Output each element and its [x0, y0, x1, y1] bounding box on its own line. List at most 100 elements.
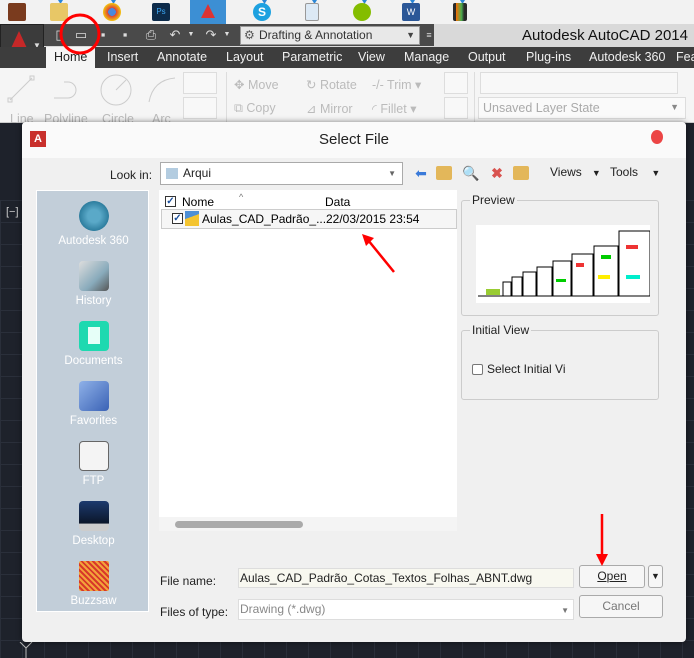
cancel-button[interactable]: Cancel — [579, 595, 663, 618]
polyline-tool-icon[interactable] — [50, 76, 84, 104]
look-in-dropdown[interactable]: Arqui ▼ — [160, 162, 403, 185]
history-icon — [78, 261, 109, 291]
gear-icon: ⚙ — [244, 28, 255, 42]
taskbar: Ps S W — [0, 0, 694, 24]
trim-tool[interactable]: -/- Trim ▾ — [372, 77, 421, 92]
select-file-dialog: A Select File Look in: Arqui ▼ ⬅ 🔍 ✖ Vie… — [22, 122, 686, 642]
close-button[interactable] — [651, 130, 663, 144]
spotify-icon[interactable] — [353, 3, 371, 21]
place-documents[interactable]: Documents — [37, 321, 150, 367]
initial-view-label: Initial View — [470, 323, 532, 337]
tab-autodesk-360[interactable]: Autodesk 360 — [589, 47, 665, 68]
tab-home[interactable]: Home — [46, 47, 96, 68]
tab-layout[interactable]: Layout — [226, 47, 264, 68]
tab-featured[interactable]: Fea — [676, 47, 694, 68]
tab-plug-ins[interactable]: Plug-ins — [526, 47, 571, 68]
line-tool-icon[interactable] — [6, 74, 36, 104]
layer-tools-group[interactable] — [480, 72, 678, 94]
initial-view-group: Initial View Select Initial Vi — [461, 323, 659, 400]
tab-annotate[interactable]: Annotate — [157, 47, 207, 68]
search-web-icon[interactable]: 🔍 — [462, 164, 480, 182]
column-name[interactable]: Nome — [182, 195, 214, 209]
place-desktop[interactable]: Desktop — [37, 501, 150, 547]
word-icon[interactable]: W — [402, 3, 420, 21]
erase-tool-button[interactable] — [444, 72, 468, 94]
video-app-icon[interactable] — [453, 3, 467, 21]
delete-icon[interactable]: ✖ — [488, 164, 506, 182]
places-bar: Autodesk 360 History Documents Favorites… — [36, 190, 149, 612]
file-checkbox[interactable]: ✓ — [172, 213, 183, 224]
undo-icon[interactable]: ↶ — [168, 28, 182, 42]
tab-manage[interactable]: Manage — [404, 47, 449, 68]
tab-output[interactable]: Output — [468, 47, 506, 68]
favorites-icon — [78, 381, 109, 411]
viewport-controls[interactable]: [−] — [6, 206, 19, 218]
customize-qat-icon[interactable]: ≡ — [422, 28, 436, 42]
column-date[interactable]: Data — [325, 195, 350, 209]
undo-dropdown-icon[interactable]: ▼ — [184, 28, 198, 42]
file-list[interactable]: ✓ Nome ^ Data ✓ Aulas_CAD_Padrão_... 22/… — [159, 190, 457, 530]
notepad-icon[interactable] — [305, 3, 319, 21]
sort-ascending-icon: ^ — [239, 192, 244, 202]
rectangle-tool-button[interactable] — [183, 72, 217, 94]
file-name-label: File name: — [160, 574, 217, 588]
layer-state-dropdown[interactable]: Unsaved Layer State ▼ — [478, 97, 686, 119]
redo-dropdown-icon[interactable]: ▼ — [220, 28, 234, 42]
move-tool[interactable]: ✥ Move — [234, 77, 279, 92]
back-icon[interactable]: ⬅ — [412, 164, 430, 182]
chevron-down-icon: ▼ — [406, 30, 415, 40]
place-ftp[interactable]: FTP — [37, 441, 150, 487]
save-as-icon[interactable]: ▪ — [118, 28, 132, 42]
files-of-type-dropdown[interactable]: Drawing (*.dwg) ▼ — [238, 599, 574, 620]
tools-menu[interactable]: Tools ▼ — [610, 165, 660, 179]
array-tool-button[interactable] — [444, 97, 468, 119]
scrollbar-thumb[interactable] — [175, 521, 303, 528]
domo-app-icon[interactable] — [8, 3, 26, 21]
select-initial-view-checkbox[interactable] — [472, 364, 483, 375]
new-folder-icon[interactable] — [513, 166, 529, 180]
workspace-dropdown[interactable]: ⚙ Drafting & Annotation ▼ — [240, 26, 420, 45]
chevron-down-icon: ▼ — [388, 169, 396, 178]
select-all-checkbox[interactable]: ✓ — [165, 196, 176, 207]
fillet-tool[interactable]: ◜ Fillet ▾ — [372, 101, 416, 116]
views-menu[interactable]: Views ▼ — [550, 165, 601, 179]
file-date: 22/03/2015 23:54 — [326, 212, 420, 226]
place-history[interactable]: History — [37, 261, 150, 307]
ellipse-tool-button[interactable] — [183, 97, 217, 119]
dialog-title: Select File — [318, 131, 390, 148]
tab-view[interactable]: View — [358, 47, 385, 68]
save-icon[interactable]: ▪ — [96, 28, 110, 42]
tab-insert[interactable]: Insert — [107, 47, 138, 68]
place-buzzsaw[interactable]: Buzzsaw — [37, 561, 150, 607]
horizontal-scrollbar[interactable] — [159, 517, 457, 531]
rotate-tool[interactable]: ↻ Rotate — [306, 77, 357, 92]
circle-tool-icon[interactable] — [98, 72, 134, 108]
file-row[interactable]: ✓ Aulas_CAD_Padrão_... 22/03/2015 23:54 — [161, 209, 457, 229]
chevron-down-icon: ▼ — [670, 102, 679, 112]
dialog-titlebar[interactable]: A Select File — [22, 122, 686, 158]
chrome-icon[interactable] — [103, 3, 121, 21]
mirror-tool[interactable]: ⊿ Mirror — [306, 101, 353, 116]
file-explorer-icon[interactable] — [50, 3, 68, 21]
tab-parametric[interactable]: Parametric — [282, 47, 342, 68]
photoshop-icon[interactable]: Ps — [152, 3, 170, 21]
open-button[interactable]: Open — [579, 565, 645, 588]
open-options-dropdown[interactable]: ▼ — [648, 565, 663, 588]
place-autodesk-360[interactable]: Autodesk 360 — [37, 201, 150, 247]
file-name: Aulas_CAD_Padrão_... — [202, 212, 327, 226]
open-icon[interactable]: ▭ — [74, 28, 88, 42]
up-folder-icon[interactable] — [436, 166, 452, 180]
place-favorites[interactable]: Favorites — [37, 381, 150, 427]
plot-icon[interactable]: ⎙ — [144, 28, 158, 42]
redo-icon[interactable]: ↷ — [204, 28, 218, 42]
arc-tool-icon[interactable] — [145, 74, 179, 106]
autocad-taskbar-icon[interactable] — [190, 0, 226, 24]
look-in-label: Look in: — [110, 168, 153, 182]
ribbon-tabs: Home Insert Annotate Layout Parametric V… — [0, 47, 694, 68]
copy-tool[interactable]: ⧉ Copy — [234, 101, 276, 116]
skype-icon[interactable]: S — [253, 3, 271, 21]
file-name-input[interactable]: Aulas_CAD_Padrão_Cotas_Textos_Folhas_ABN… — [238, 568, 589, 588]
select-initial-view-label[interactable]: Select Initial Vi — [487, 362, 566, 376]
dwg-file-icon — [185, 211, 199, 226]
new-icon[interactable]: ▯ — [52, 28, 66, 42]
